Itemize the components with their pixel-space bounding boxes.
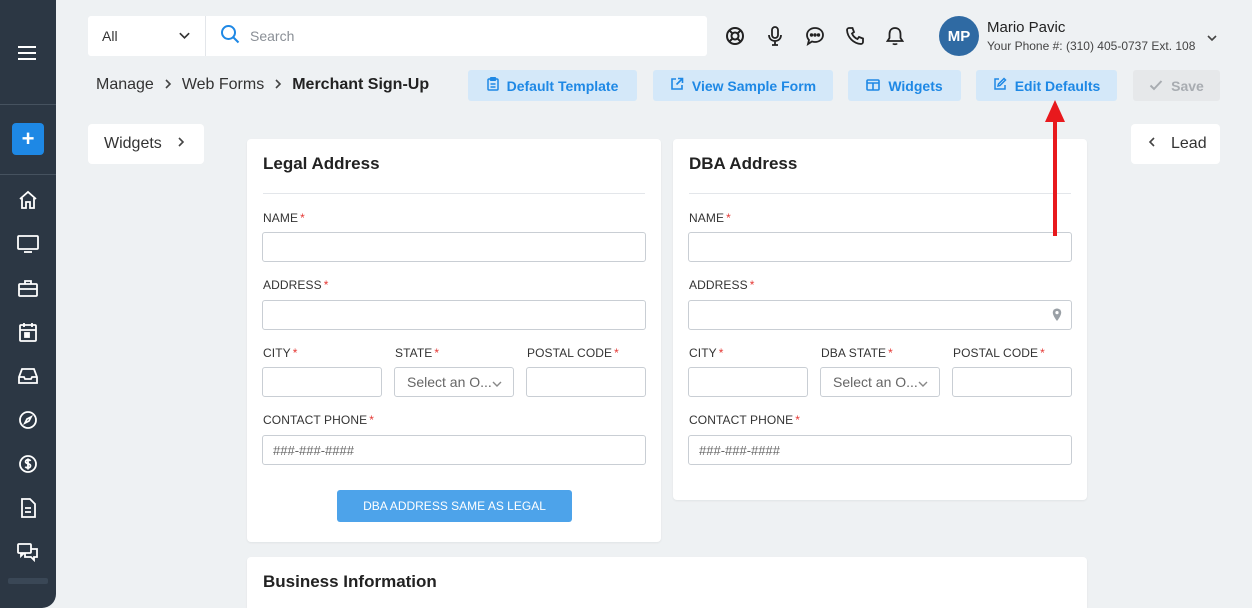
legal-postal-label: POSTAL CODE *: [527, 346, 619, 360]
dba-name-label: NAME *: [689, 211, 731, 225]
edit-icon: [993, 77, 1007, 94]
dba-state-select[interactable]: Select an O...: [820, 367, 940, 397]
search-scope-value: All: [102, 28, 118, 44]
dba-city-field[interactable]: [688, 367, 808, 397]
legal-state-label: STATE *: [395, 346, 440, 360]
dba-address-card: DBA Address NAME * ADDRESS * CITY * DBA STA…: [673, 139, 1087, 500]
help-lifebuoy-icon[interactable]: [725, 26, 745, 46]
chevron-down-icon: [917, 377, 929, 393]
annotation-arrow-line: [1053, 112, 1057, 236]
external-link-icon: [670, 77, 684, 94]
home-icon[interactable]: [16, 188, 40, 212]
monitor-icon[interactable]: [16, 232, 40, 256]
search-field: [206, 16, 707, 56]
sidebar: +: [0, 0, 56, 608]
dba-postal-field[interactable]: [952, 367, 1072, 397]
legal-city-field[interactable]: [262, 367, 382, 397]
dollar-icon[interactable]: [16, 452, 40, 476]
legal-address-label: ADDRESS *: [263, 278, 329, 292]
dba-address-label: ADDRESS *: [689, 278, 755, 292]
divider: [689, 193, 1071, 194]
dba-state-placeholder: Select an O...: [833, 374, 918, 390]
business-information-card: Business Information: [247, 557, 1087, 608]
widgets-button[interactable]: Widgets: [848, 70, 961, 101]
chevron-down-icon[interactable]: [1206, 31, 1218, 49]
dba-phone-label: CONTACT PHONE *: [689, 413, 800, 427]
user-phone: Your Phone #: (310) 405-0737 Ext. 108: [987, 39, 1196, 53]
lead-panel-label: Lead: [1171, 135, 1207, 152]
legal-state-placeholder: Select an O...: [407, 374, 492, 390]
microphone-icon[interactable]: [765, 26, 785, 46]
add-button[interactable]: +: [12, 123, 44, 155]
sidebar-divider: [0, 174, 56, 175]
user-name[interactable]: Mario Pavic: [987, 19, 1065, 36]
dba-phone-field[interactable]: [688, 435, 1072, 465]
legal-name-field[interactable]: [262, 232, 646, 262]
legal-address-field[interactable]: [262, 300, 646, 330]
search-icon: [220, 24, 240, 49]
dba-address-title: DBA Address: [689, 154, 798, 173]
default-template-button[interactable]: Default Template: [468, 70, 637, 101]
widgets-label: Widgets: [888, 77, 943, 94]
inbox-icon[interactable]: [16, 364, 40, 388]
calendar-icon[interactable]: [16, 320, 40, 344]
dba-same-as-legal-button[interactable]: DBA ADDRESS SAME AS LEGAL: [337, 490, 572, 522]
clipboard-icon: [486, 77, 499, 94]
legal-postal-field[interactable]: [526, 367, 646, 397]
breadcrumb-manage[interactable]: Manage: [96, 76, 154, 94]
breadcrumb: Manage Web Forms Merchant Sign-Up: [96, 76, 429, 94]
chevron-right-icon: [176, 135, 186, 153]
dba-postal-label: POSTAL CODE *: [953, 346, 1045, 360]
compass-icon[interactable]: [16, 408, 40, 432]
edit-defaults-label: Edit Defaults: [1014, 77, 1101, 94]
legal-address-title: Legal Address: [263, 154, 380, 173]
default-template-label: Default Template: [506, 77, 619, 94]
chat-icon[interactable]: [16, 540, 40, 564]
phone-icon[interactable]: [845, 26, 865, 46]
chat-bubble-icon[interactable]: [805, 26, 825, 46]
chevron-down-icon: [178, 29, 191, 45]
map-pin-icon: [1052, 308, 1062, 325]
view-sample-form-label: View Sample Form: [691, 77, 817, 94]
bell-icon[interactable]: [885, 26, 905, 46]
view-sample-form-button[interactable]: View Sample Form: [653, 70, 833, 101]
document-icon[interactable]: [16, 496, 40, 520]
global-search: All: [88, 16, 707, 56]
briefcase-icon[interactable]: [16, 276, 40, 300]
widgets-panel-toggle[interactable]: Widgets: [88, 124, 204, 164]
breadcrumb-current: Merchant Sign-Up: [292, 76, 430, 93]
legal-state-select[interactable]: Select an O...: [394, 367, 514, 397]
sidebar-divider: [0, 104, 56, 105]
legal-phone-label: CONTACT PHONE *: [263, 413, 374, 427]
columns-icon: [866, 78, 881, 94]
legal-name-label: NAME *: [263, 211, 305, 225]
widgets-panel-label: Widgets: [104, 135, 162, 152]
divider: [263, 193, 645, 194]
chevron-right-icon: [273, 77, 283, 93]
save-label: Save: [1171, 77, 1204, 94]
menu-icon[interactable]: [16, 41, 40, 65]
breadcrumb-web-forms[interactable]: Web Forms: [182, 76, 264, 94]
legal-city-label: CITY *: [263, 346, 298, 360]
check-icon: [1149, 78, 1163, 94]
dba-name-field[interactable]: [688, 232, 1072, 262]
sidebar-scroll-indicator: [8, 578, 48, 584]
business-information-title: Business Information: [263, 572, 437, 591]
dba-address-field[interactable]: [688, 300, 1072, 330]
legal-phone-field[interactable]: [262, 435, 646, 465]
edit-defaults-button[interactable]: Edit Defaults: [976, 70, 1117, 101]
chevron-left-icon: [1147, 135, 1157, 153]
legal-address-card: Legal Address NAME * ADDRESS * CITY * STATE…: [247, 139, 661, 542]
search-scope-select[interactable]: All: [88, 16, 206, 56]
dba-city-label: CITY *: [689, 346, 724, 360]
chevron-down-icon: [491, 377, 503, 393]
dba-state-label: DBA STATE *: [821, 346, 893, 360]
save-button[interactable]: Save: [1133, 70, 1220, 101]
avatar[interactable]: MP: [939, 16, 979, 56]
chevron-right-icon: [163, 77, 173, 93]
search-input[interactable]: [250, 28, 650, 44]
lead-panel-toggle[interactable]: Lead: [1131, 124, 1220, 164]
